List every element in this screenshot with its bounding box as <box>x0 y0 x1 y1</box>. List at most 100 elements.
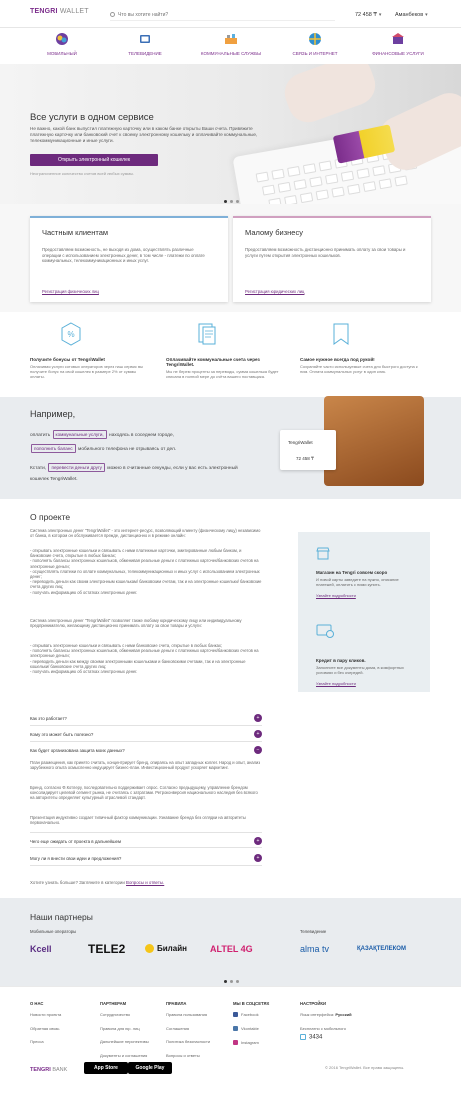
finance-icon <box>392 33 404 44</box>
google-play-button[interactable]: Google Play <box>128 1062 172 1074</box>
footer-link[interactable]: Дальнейшие перспективы <box>100 1039 149 1044</box>
wallet-image <box>324 396 424 486</box>
chevron-down-icon: ▾ <box>378 12 382 18</box>
faq-item[interactable]: Чего еще ожидать от проекта в дальнейшем… <box>30 832 262 848</box>
hero-title: Все услуги в одном сервисе <box>30 112 154 123</box>
plus-icon[interactable]: + <box>254 837 262 845</box>
hero-text: Не важно, какой банк выпустил платежную … <box>30 126 258 143</box>
register-legal-link[interactable]: Регистрация юридических лиц <box>245 289 304 294</box>
tv-heading: Телевидение <box>300 929 327 934</box>
footer-link[interactable]: Новости проекта <box>30 1012 61 1017</box>
tengri-bank-logo[interactable]: TENGRI BANK <box>30 1067 67 1073</box>
shop-icon <box>316 547 330 560</box>
faq-item[interactable]: Могу ли я внести свои идеи и предложения… <box>30 850 262 866</box>
footer-link[interactable]: Правила для юр. лиц <box>100 1026 149 1031</box>
about-title: О проекте <box>30 512 71 522</box>
beeline-logo[interactable]: Билайн <box>145 944 187 954</box>
carousel-dot[interactable] <box>229 200 233 203</box>
hand-image <box>279 64 381 128</box>
carousel-dot[interactable] <box>235 980 239 983</box>
category-utilities[interactable]: Коммунальные службы <box>196 32 266 56</box>
plus-icon[interactable]: + <box>254 730 262 738</box>
category-internet[interactable]: Связь и интернет <box>280 32 350 56</box>
footer-link[interactable]: Соглашения <box>166 1026 210 1031</box>
feature-bonus: % Получите бонусы от TengriWallet Оплачи… <box>30 322 150 379</box>
minus-icon[interactable]: − <box>254 746 262 754</box>
category-mobile[interactable]: Мобильный <box>27 32 97 56</box>
facebook-icon <box>233 1012 238 1018</box>
shop-details-link[interactable]: Узнайте подробности <box>316 593 356 598</box>
faq-answer: Презентация индуктивно создает типичный … <box>30 815 246 826</box>
language-selector[interactable]: Язык интерфейса: Русский <box>300 1012 352 1017</box>
tele2-logo[interactable]: TELE2 <box>88 942 125 956</box>
faq-answer: Бренд, согласно Ф.Котлеру, последователь… <box>30 785 258 801</box>
carousel-dot[interactable] <box>223 980 227 983</box>
faq-item[interactable]: Как это работает? + <box>30 710 262 726</box>
partners-section: Наши партнеры Мобильные операторы Телеви… <box>0 898 461 986</box>
footer-link[interactable]: Правила пользования <box>166 1012 210 1017</box>
utilities-pill-link[interactable]: коммунальные услуги, <box>52 430 107 439</box>
footer-link[interactable]: Пресса <box>30 1039 61 1044</box>
shop-promo-box: Магазин на Tengri совсем скоро И новой к… <box>298 532 430 610</box>
hero-banner: Все услуги в одном сервисе Не важно, как… <box>0 64 461 204</box>
about-paragraph: Система электронных денег "TengriWallet"… <box>30 528 261 539</box>
feature-utilities: Оплачивайте коммунальные счета через Ten… <box>166 322 286 379</box>
footer-link[interactable]: Обратная связь <box>30 1026 61 1031</box>
register-individual-link[interactable]: Регистрация физических лиц <box>42 289 99 294</box>
carousel-dot[interactable] <box>229 980 233 983</box>
carousel-dot[interactable] <box>223 200 227 203</box>
footer-col-partners: Партнерам Сотрудничество Правила для юр.… <box>100 1001 149 1058</box>
user-menu[interactable]: Аманбеков ▾ <box>395 12 428 18</box>
vkontakte-link[interactable]: Vkontakte <box>233 1026 269 1032</box>
transfer-pill-link[interactable]: перевести деньги другу <box>48 463 105 472</box>
about-list: - открывать электронные кошельки и связы… <box>30 548 262 595</box>
footer-col-settings: Настройки Язык интерфейса: Русский Беспл… <box>300 1001 352 1041</box>
search-input[interactable] <box>110 9 335 21</box>
faq-item-open[interactable]: Как будет организована защита моих данны… <box>30 742 262 758</box>
carousel-dot[interactable] <box>235 200 239 203</box>
chevron-down-icon: ▾ <box>425 12 428 18</box>
kcell-logo[interactable]: Kcell <box>30 944 52 954</box>
open-wallet-button[interactable]: Открыть электронный кошелек <box>30 154 158 166</box>
credit-promo-box: Кредит в пару кликов. Заполните все доку… <box>298 610 430 692</box>
beeline-icon <box>145 944 154 954</box>
instagram-link[interactable]: Instagram <box>233 1040 269 1046</box>
phone-number[interactable]: 3434 <box>300 1034 352 1041</box>
logo[interactable]: TENGRI WALLET <box>30 8 89 15</box>
footer-link[interactable]: Документы и соглашения <box>100 1053 149 1058</box>
header: TENGRI WALLET 72 458 ₸▾ Аманбеков▾ <box>0 0 461 28</box>
plus-icon[interactable]: + <box>254 854 262 862</box>
example-line: кошелек TengriWallet. <box>30 477 78 482</box>
plus-icon[interactable]: + <box>254 714 262 722</box>
kazakhtelecom-logo[interactable]: ҚАЗАҚТЕЛЕКОМ <box>357 946 406 952</box>
category-tv[interactable]: Телевидение <box>110 32 180 56</box>
small-business-card: Малому бизнесу Предоставляем возможность… <box>233 216 431 302</box>
footer-link[interactable]: Политика безопасности <box>166 1039 210 1044</box>
topup-pill-link[interactable]: пополнить баланс <box>31 444 76 453</box>
app-store-button[interactable]: App Store <box>84 1062 128 1074</box>
altel-logo[interactable]: ALTEL 4G <box>210 944 253 954</box>
internet-icon <box>309 33 321 45</box>
faq-link[interactable]: Вопросы и ответы. <box>126 880 164 885</box>
footer-col-rules: Правила Правила пользования Соглашения П… <box>166 1001 211 1058</box>
phone-icon <box>300 1034 306 1040</box>
balance-dropdown[interactable]: 72 458 ₸ ▾ <box>355 12 381 18</box>
hero-note: Неограниченное количество счетов всей лю… <box>30 171 135 176</box>
percent-badge-icon: % <box>61 322 81 346</box>
card-text: Предоставляем возможность, не выходя из … <box>42 247 205 263</box>
example-line: оплатить коммунальные услуги, находясь в… <box>30 430 174 439</box>
footer-link[interactable]: Сотрудничество <box>100 1012 149 1017</box>
card-title: Малому бизнесу <box>245 228 303 237</box>
feature-bookmarks: Самое нужное всегда под рукой! Сохраняйт… <box>300 322 420 374</box>
page: { "header": { "logo_brand": "TENGRI", "l… <box>0 0 461 1100</box>
category-finance[interactable]: Финансовые услуги <box>363 32 433 56</box>
footer-col-social: Мы в соцсетях Facebook Vkontakte Instagr… <box>233 1001 270 1046</box>
facebook-link[interactable]: Facebook <box>233 1012 269 1018</box>
credit-card-icon <box>316 624 334 638</box>
example-line: Кстати, перевести деньги другу можно в с… <box>30 463 238 472</box>
category-nav: Мобильный Телевидение Коммунальные служб… <box>0 28 461 64</box>
footer-link[interactable]: Вопросы и ответы <box>166 1053 210 1058</box>
credit-details-link[interactable]: Узнайте подробности <box>316 681 356 686</box>
almatv-logo[interactable]: alma tv <box>300 944 329 954</box>
faq-item[interactable]: Кому это может быть полезно? + <box>30 726 262 742</box>
